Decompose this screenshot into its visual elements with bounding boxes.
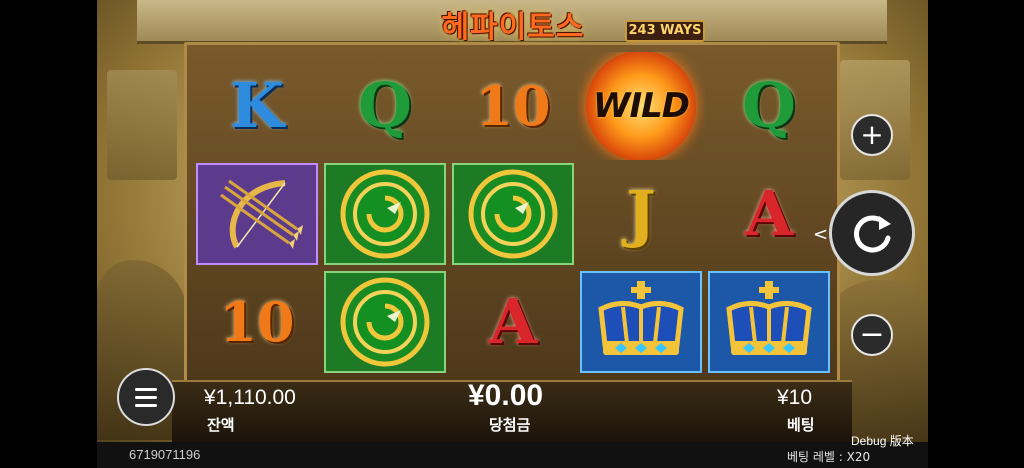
bet-value: ¥10 [777,386,813,409]
increase-bet-button[interactable]: + [851,114,893,156]
reel-cell-1-2 [196,163,318,265]
reel-cell-2-3 [324,271,446,373]
balance-value: ¥1,110.00 [204,386,296,409]
reel-cell-5-1: Q [705,52,833,160]
reel-cell-4-2: J [577,160,705,268]
decrease-bet-button[interactable]: − [851,314,893,356]
reel-cell-2-1: Q [321,52,449,160]
shield-emblem-icon [468,169,558,259]
bow-and-arrows-icon [220,179,303,249]
right-letterbox [928,0,1024,468]
reel-cell-1-1: K [193,52,321,160]
reel-cell-3-3: A [449,268,577,376]
bet-level-label: 베팅 레벨 : X20 [787,450,871,464]
hamburger-line-icon [135,395,157,399]
reel-cell-2-2 [324,163,446,265]
crown-icon [726,281,812,355]
balance-label: 잔액 [207,416,235,434]
symbol-k: K [230,69,284,142]
symbol-q: Q [357,69,412,142]
game-title: 헤파이토스 [441,10,585,45]
reel-cell-5-2: A [705,160,833,268]
symbol-j: J [626,177,656,250]
symbol-a: A [488,285,538,358]
reel-cell-5-3 [708,271,830,373]
symbol-a: A [744,177,794,250]
hamburger-line-icon [135,403,157,407]
spin-button[interactable] [829,190,915,276]
win-label: 당첨금 [489,416,531,434]
background-temple-left [107,70,177,180]
debug-version-label: Debug 版本 [851,434,914,448]
symbol-10: 10 [219,290,295,354]
shield-emblem-icon [340,169,430,259]
left-letterbox [0,0,97,468]
reel-cell-3-2 [452,163,574,265]
win-value: ¥0.00 [468,379,544,412]
reel-cell-4-1: WILD [577,52,705,160]
bet-label: 베팅 [787,416,815,434]
spin-refresh-icon [854,215,891,253]
session-id: 6719071196 [129,447,201,462]
ways-badge: 243 WAYS [625,20,705,42]
wild-sun-icon: WILD [586,52,696,160]
reel-cell-1-3: 10 [193,268,321,376]
reel-cell-3-1: 10 [449,52,577,160]
symbol-q: Q [741,69,796,142]
wild-label: WILD [592,86,690,126]
hamburger-line-icon [135,387,157,391]
reel-grid: K Q 10 WILD Q J A 10 A [193,52,833,376]
reel-cell-4-3 [580,271,702,373]
spin-expand-chevron-icon[interactable]: < [813,224,828,245]
menu-button[interactable] [117,368,175,426]
game-scene: 헤파이토스 243 WAYS K Q 10 WILD Q J A 10 A + … [97,0,928,468]
symbol-10: 10 [475,74,551,138]
crown-icon [598,281,684,355]
shield-emblem-icon [340,277,430,367]
